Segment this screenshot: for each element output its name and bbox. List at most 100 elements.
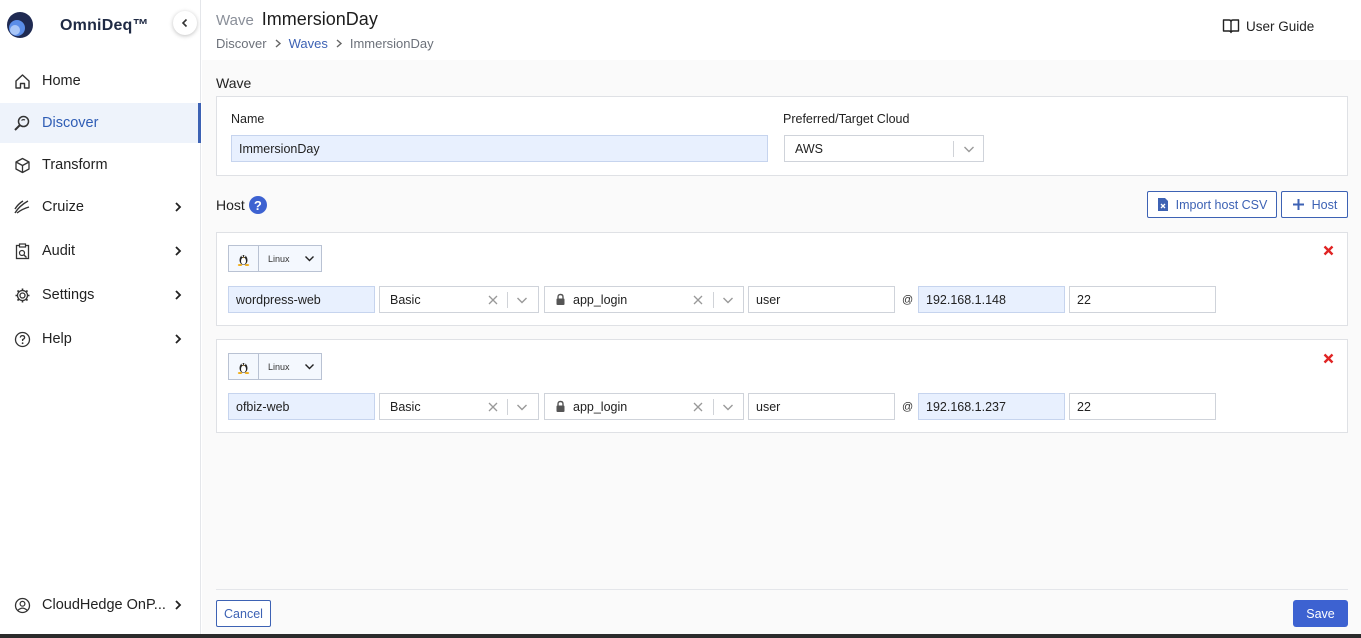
import-host-csv-button[interactable]: Import host CSV: [1147, 191, 1277, 218]
chevron-right-icon: [175, 290, 182, 300]
app-name: OmniDeq™: [60, 17, 149, 34]
os-label: Linux: [268, 253, 290, 264]
name-label: Name: [231, 112, 265, 126]
lock-icon: [556, 400, 565, 412]
credential-select[interactable]: app_login: [544, 393, 744, 420]
sidebar-item-label: Audit: [42, 243, 76, 259]
sidebar-item-home[interactable]: Home: [0, 61, 201, 101]
breadcrumb: Discover Waves ImmersionDay: [216, 36, 434, 51]
auth-type-select[interactable]: Basic: [379, 286, 539, 313]
sidebar: OmniDeq™ Home Discover Transform Cruize: [0, 0, 201, 634]
help-icon[interactable]: ?: [248, 196, 267, 214]
sidebar-item-transform[interactable]: Transform: [0, 145, 201, 185]
account-name: CloudHedge OnP...: [42, 597, 166, 613]
chevron-down-icon: [723, 297, 733, 304]
wave-panel: Name ImmersionDay Preferred/Target Cloud…: [216, 96, 1348, 176]
plus-icon: [1292, 199, 1304, 210]
chevron-down-icon: [723, 404, 733, 411]
delete-host-button[interactable]: [1317, 347, 1339, 369]
port-input[interactable]: 22: [1069, 286, 1216, 313]
breadcrumb-waves[interactable]: Waves: [289, 36, 328, 51]
username-input[interactable]: user: [748, 393, 895, 420]
chevron-right-icon: [336, 39, 342, 48]
chevron-down-icon: [517, 404, 527, 411]
chevron-left-icon: [181, 18, 188, 28]
chevron-right-icon: [175, 334, 182, 344]
auth-type-select[interactable]: Basic: [379, 393, 539, 420]
cloud-label: Preferred/Target Cloud: [783, 112, 910, 126]
select-separator: [713, 292, 714, 308]
window-bottom-edge: [0, 634, 1361, 638]
sidebar-account[interactable]: CloudHedge OnP...: [0, 585, 201, 625]
footer-divider: [216, 589, 1348, 590]
wave-name-input[interactable]: ImmersionDay: [231, 135, 768, 162]
sidebar-item-discover[interactable]: Discover: [0, 103, 201, 143]
save-button[interactable]: Save: [1293, 600, 1348, 627]
linux-icon: [229, 354, 259, 379]
host-row: Linux wordpress-web Basic app_login user…: [216, 232, 1348, 326]
host-label: Host: [216, 197, 245, 213]
os-label: Linux: [268, 361, 290, 372]
port-input[interactable]: 22: [1069, 393, 1216, 420]
omnideq-logo-icon: [7, 12, 33, 38]
ip-address-input[interactable]: 192.168.1.148: [918, 286, 1065, 313]
page-title-main: ImmersionDay: [261, 9, 378, 29]
linux-icon: [229, 246, 259, 271]
auth-type-value: Basic: [390, 399, 421, 414]
clipboard-icon: [13, 242, 31, 260]
cube-icon: [13, 156, 31, 174]
sidebar-item-label: Cruize: [42, 199, 84, 215]
os-picker[interactable]: Linux: [228, 245, 322, 272]
clear-icon[interactable]: [488, 295, 498, 305]
clear-icon[interactable]: [693, 402, 703, 412]
breadcrumb-current: ImmersionDay: [349, 36, 434, 51]
at-symbol: @: [902, 294, 914, 306]
host-section-label: Host ?: [216, 196, 267, 214]
clear-icon[interactable]: [488, 402, 498, 412]
lock-icon: [556, 293, 565, 305]
page-title-prefix: Wave: [216, 12, 254, 29]
cruize-icon: [13, 198, 31, 216]
wave-section-label: Wave: [216, 75, 252, 91]
collapse-sidebar-button[interactable]: [173, 11, 197, 35]
hostname-input[interactable]: ofbiz-web: [228, 393, 375, 420]
sidebar-item-audit[interactable]: Audit: [0, 231, 201, 271]
credential-value: app_login: [573, 292, 628, 307]
cancel-button[interactable]: Cancel: [216, 600, 271, 627]
chevron-right-icon: [175, 202, 182, 212]
add-host-label: Host: [1311, 197, 1338, 212]
chevron-down-icon: [305, 364, 314, 370]
chevron-right-icon: [175, 246, 182, 256]
cloud-select[interactable]: AWS: [784, 135, 984, 162]
auth-type-value: Basic: [390, 292, 421, 307]
select-separator: [953, 141, 954, 157]
chevron-down-icon: [517, 297, 527, 304]
import-host-csv-label: Import host CSV: [1175, 197, 1268, 212]
sidebar-item-settings[interactable]: Settings: [0, 275, 201, 315]
sidebar-item-help[interactable]: Help: [0, 319, 201, 359]
gear-icon: [13, 286, 31, 304]
add-host-button[interactable]: Host: [1281, 191, 1348, 218]
os-picker[interactable]: Linux: [228, 353, 322, 380]
credential-select[interactable]: app_login: [544, 286, 744, 313]
chevron-right-icon: [175, 600, 182, 610]
select-separator: [507, 399, 508, 415]
user-circle-icon: [13, 596, 31, 614]
hostname-input[interactable]: wordpress-web: [228, 286, 375, 313]
sidebar-item-label: Discover: [42, 115, 99, 131]
sidebar-item-cruize[interactable]: Cruize: [0, 187, 201, 227]
delete-host-button[interactable]: [1317, 239, 1339, 261]
ip-address-input[interactable]: 192.168.1.237: [918, 393, 1065, 420]
close-icon: [1323, 353, 1333, 363]
csv-file-icon: [1157, 198, 1168, 211]
sidebar-item-label: Settings: [42, 287, 95, 303]
select-separator: [713, 399, 714, 415]
username-input[interactable]: user: [748, 286, 895, 313]
chevron-down-icon: [305, 256, 314, 262]
close-icon: [1323, 245, 1333, 255]
breadcrumb-discover[interactable]: Discover: [216, 36, 267, 51]
clear-icon[interactable]: [693, 295, 703, 305]
home-icon: [13, 72, 31, 90]
page-title: Wave ImmersionDay: [216, 9, 378, 30]
user-guide-link[interactable]: User Guide: [1222, 18, 1314, 34]
